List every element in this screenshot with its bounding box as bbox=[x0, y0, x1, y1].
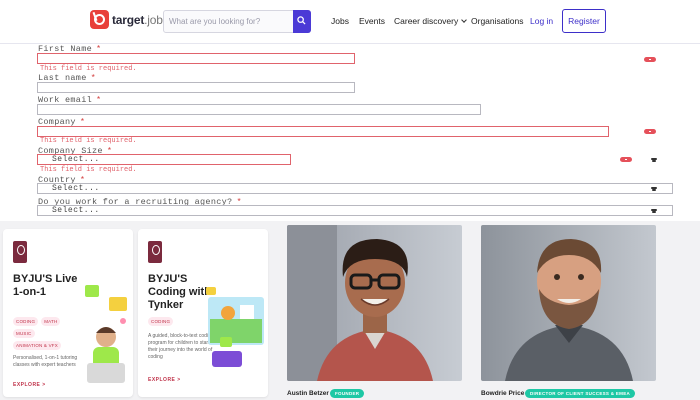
byjus-logo-icon bbox=[13, 241, 27, 263]
chevron-down-icon bbox=[461, 17, 468, 23]
card-description: A guided, block-to-text coding program f… bbox=[148, 333, 214, 360]
login-link[interactable]: Log in bbox=[530, 16, 553, 26]
portrait-image-icon bbox=[481, 225, 656, 381]
error-icon bbox=[620, 157, 632, 162]
card-description: Personalised, 1-on-1 tutoring classes wi… bbox=[13, 355, 78, 368]
person-name: Austin Betzer bbox=[287, 390, 329, 397]
company-input[interactable] bbox=[37, 126, 609, 137]
nav-events[interactable]: Events bbox=[359, 16, 385, 26]
select-arrow-icon bbox=[651, 209, 657, 213]
nav-career-label: Career discovery bbox=[394, 16, 459, 26]
person-name: Bowdrie Price bbox=[481, 390, 525, 397]
coding-game-illustration-icon bbox=[206, 287, 264, 367]
explore-link[interactable]: EXPLORE > bbox=[13, 382, 46, 388]
tag: MUSIC bbox=[13, 329, 35, 338]
nav-career-discovery[interactable]: Career discovery bbox=[394, 16, 468, 26]
search-button[interactable] bbox=[293, 10, 311, 33]
person-photo-bowdrie[interactable] bbox=[481, 225, 656, 381]
portrait-image-icon bbox=[287, 225, 462, 381]
byjus-logo-icon bbox=[148, 241, 162, 263]
nav-organisations[interactable]: Organisations bbox=[471, 16, 523, 26]
search-input[interactable] bbox=[164, 11, 292, 32]
agency-select[interactable]: Select... bbox=[37, 205, 673, 216]
top-navbar: target.jobs Jobs Events Career discovery… bbox=[0, 0, 700, 44]
ad-card-coding[interactable]: BYJU'S Coding with Tynker CODING A guide… bbox=[138, 229, 268, 397]
first-name-error: This field is required. bbox=[40, 65, 137, 73]
error-icon bbox=[644, 57, 656, 62]
country-select[interactable]: Select... bbox=[37, 183, 673, 194]
card-title: BYJU'S Live 1-on-1 bbox=[13, 273, 78, 298]
brand-logo[interactable]: target.jobs bbox=[90, 10, 169, 29]
nav-jobs[interactable]: Jobs bbox=[331, 16, 349, 26]
explore-link[interactable]: EXPLORE > bbox=[148, 377, 181, 383]
search-box bbox=[163, 10, 311, 33]
company-size-error: This field is required. bbox=[40, 166, 137, 174]
person-photo-austin[interactable] bbox=[287, 225, 462, 381]
tag: CODING bbox=[13, 317, 39, 326]
ad-card-live[interactable]: BYJU'S Live 1-on-1 CODING MATH MUSIC ANI… bbox=[3, 229, 133, 397]
tag: ANIMATION & VFX bbox=[13, 341, 61, 350]
person-role-badge: DIRECTOR OF CLIENT SUCCESS & EMEA bbox=[525, 389, 636, 398]
last-name-input[interactable] bbox=[37, 82, 355, 93]
target-logo-icon bbox=[90, 10, 109, 29]
select-arrow-icon bbox=[651, 158, 657, 162]
kid-laptop-illustration-icon bbox=[85, 285, 127, 383]
tag: CODING bbox=[148, 317, 174, 326]
select-arrow-icon bbox=[651, 187, 657, 191]
tag: MATH bbox=[41, 317, 61, 326]
company-size-select[interactable]: Select... bbox=[37, 154, 291, 165]
error-icon bbox=[644, 129, 656, 134]
search-icon bbox=[297, 16, 306, 25]
first-name-input[interactable] bbox=[37, 53, 355, 64]
page: target.jobs Jobs Events Career discovery… bbox=[0, 0, 700, 400]
brand-name: target.jobs bbox=[112, 12, 169, 27]
card-tags: CODING MATH MUSIC ANIMATION & VFX bbox=[13, 317, 83, 350]
company-error: This field is required. bbox=[40, 137, 137, 145]
work-email-input[interactable] bbox=[37, 104, 481, 115]
person-role-badge: FOUNDER bbox=[330, 389, 365, 398]
contact-form: First Name * This field is required. Last… bbox=[0, 44, 700, 220]
register-button[interactable]: Register bbox=[562, 9, 606, 33]
featured-section: BYJU'S Live 1-on-1 CODING MATH MUSIC ANI… bbox=[0, 221, 700, 400]
